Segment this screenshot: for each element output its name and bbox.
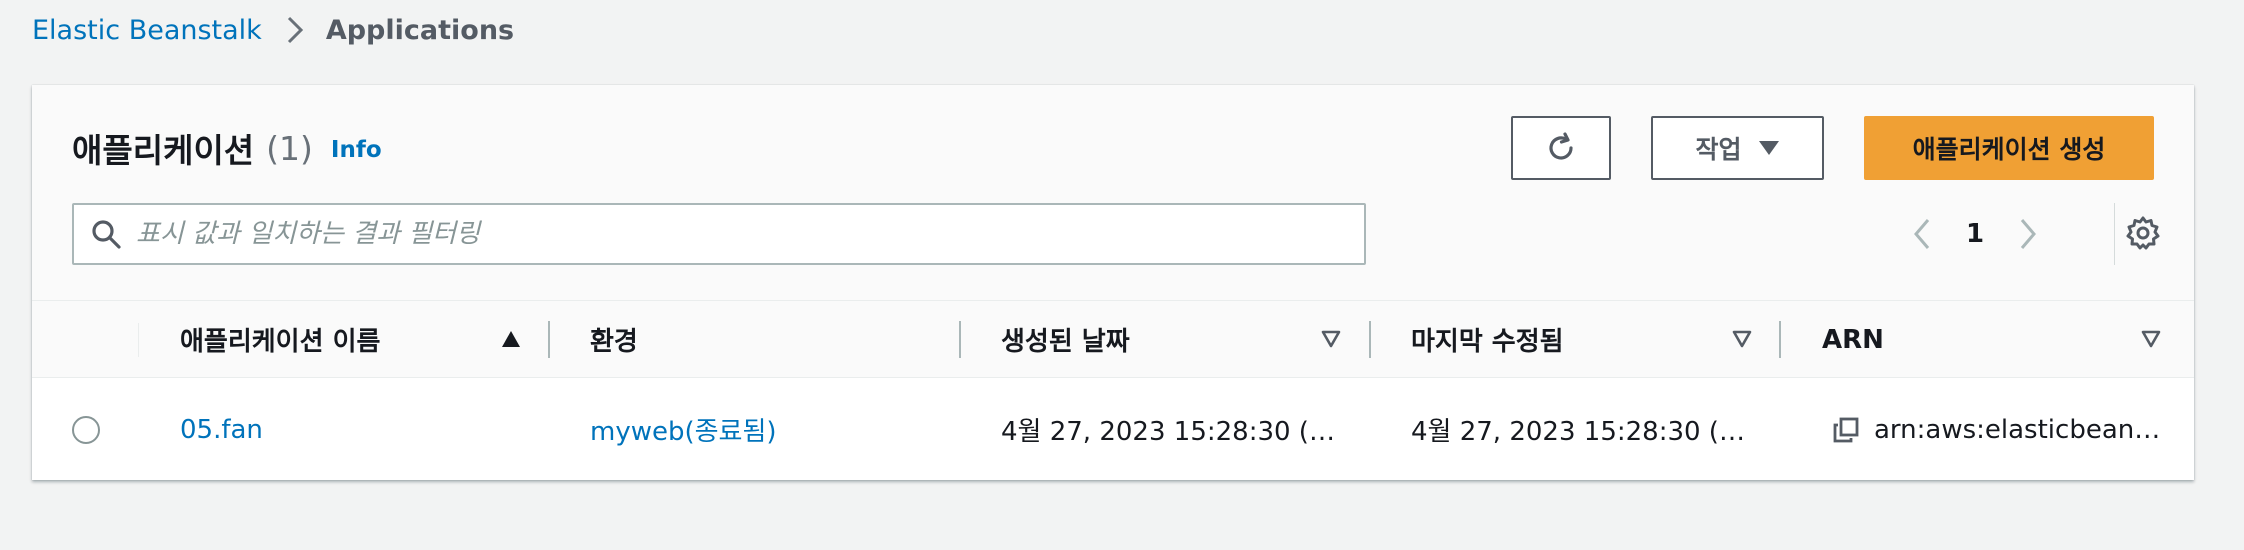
column-header-modified[interactable]: 마지막 수정됨 [1411, 301, 1564, 378]
create-application-button[interactable]: 애플리케이션 생성 [1864, 116, 2154, 180]
breadcrumb-elastic-beanstalk[interactable]: Elastic Beanstalk [32, 15, 262, 46]
search-icon [90, 218, 122, 250]
column-header-name-label: 애플리케이션 이름 [180, 327, 381, 357]
breadcrumb-applications: Applications [325, 14, 515, 46]
column-divider[interactable] [959, 321, 961, 358]
column-header-environment: 환경 [590, 301, 638, 378]
breadcrumb: Elastic Beanstalk Applications [32, 10, 514, 50]
panel-header: 애플리케이션 (1) Info 작업 애플리케이션 생성 표시 값과 일치하는 … [32, 85, 2194, 301]
environment-link[interactable]: myweb(종료됨) [590, 411, 777, 448]
chevron-right-icon [286, 15, 304, 45]
column-header-modified-label: 마지막 수정됨 [1411, 327, 1564, 357]
column-divider[interactable] [548, 321, 550, 358]
actions-button[interactable]: 작업 [1651, 116, 1824, 180]
pagination: 1 [1912, 209, 2038, 259]
selection-column-divider [138, 323, 139, 357]
caret-down-icon [1758, 139, 1780, 157]
column-header-arn[interactable]: ARN [1822, 301, 1884, 378]
application-name-link[interactable]: 05.fan [180, 415, 263, 445]
column-header-created[interactable]: 생성된 날짜 [1001, 301, 1130, 378]
page-title: 애플리케이션 [72, 131, 255, 170]
column-header-arn-label: ARN [1822, 324, 1884, 355]
actions-button-label: 작업 [1695, 135, 1742, 164]
table-row[interactable]: 05.fan myweb(종료됨) 4월 27, 2023 15:28:30 (… [32, 379, 2194, 480]
column-header-name[interactable]: 애플리케이션 이름 [180, 301, 380, 378]
copy-icon[interactable] [1832, 416, 1860, 444]
pagination-divider [2114, 203, 2115, 265]
column-header-environment-label: 환경 [590, 327, 638, 357]
cell-application-name: 05.fan [180, 379, 263, 480]
row-select-radio[interactable] [72, 416, 100, 444]
next-page-icon[interactable] [2018, 217, 2038, 251]
sort-unsorted-icon[interactable] [1731, 329, 1753, 349]
column-header-created-label: 생성된 날짜 [1001, 327, 1130, 357]
application-count: (1) [266, 128, 313, 168]
filter-search-box [72, 203, 1366, 265]
panel-title-row: 애플리케이션 (1) Info [72, 123, 382, 173]
filter-input[interactable] [136, 219, 1316, 249]
table-header: 애플리케이션 이름 환경 생성된 날짜 마지막 수정됨 ARN [32, 301, 2194, 378]
refresh-icon [1544, 131, 1578, 165]
column-divider[interactable] [1779, 321, 1781, 358]
prev-page-icon[interactable] [1912, 217, 1932, 251]
cell-created-date: 4월 27, 2023 15:28:30 (… [1001, 417, 1335, 447]
info-link[interactable]: Info [331, 137, 382, 163]
cell-arn: arn:aws:elasticbean… [1832, 379, 2160, 480]
settings-gear-icon[interactable] [2125, 215, 2161, 251]
sort-ascending-icon[interactable] [500, 329, 522, 349]
sort-unsorted-icon[interactable] [2140, 329, 2162, 349]
current-page-number[interactable]: 1 [1966, 219, 1984, 249]
arn-value: arn:aws:elasticbean… [1874, 414, 2161, 445]
refresh-button[interactable] [1511, 116, 1611, 180]
cell-modified-date: 4월 27, 2023 15:28:30 (… [1411, 417, 1745, 447]
sort-unsorted-icon[interactable] [1320, 329, 1342, 349]
cell-environment: myweb(종료됨) [590, 379, 777, 480]
applications-panel: 애플리케이션 (1) Info 작업 애플리케이션 생성 표시 값과 일치하는 … [32, 85, 2194, 480]
column-divider[interactable] [1369, 321, 1371, 358]
